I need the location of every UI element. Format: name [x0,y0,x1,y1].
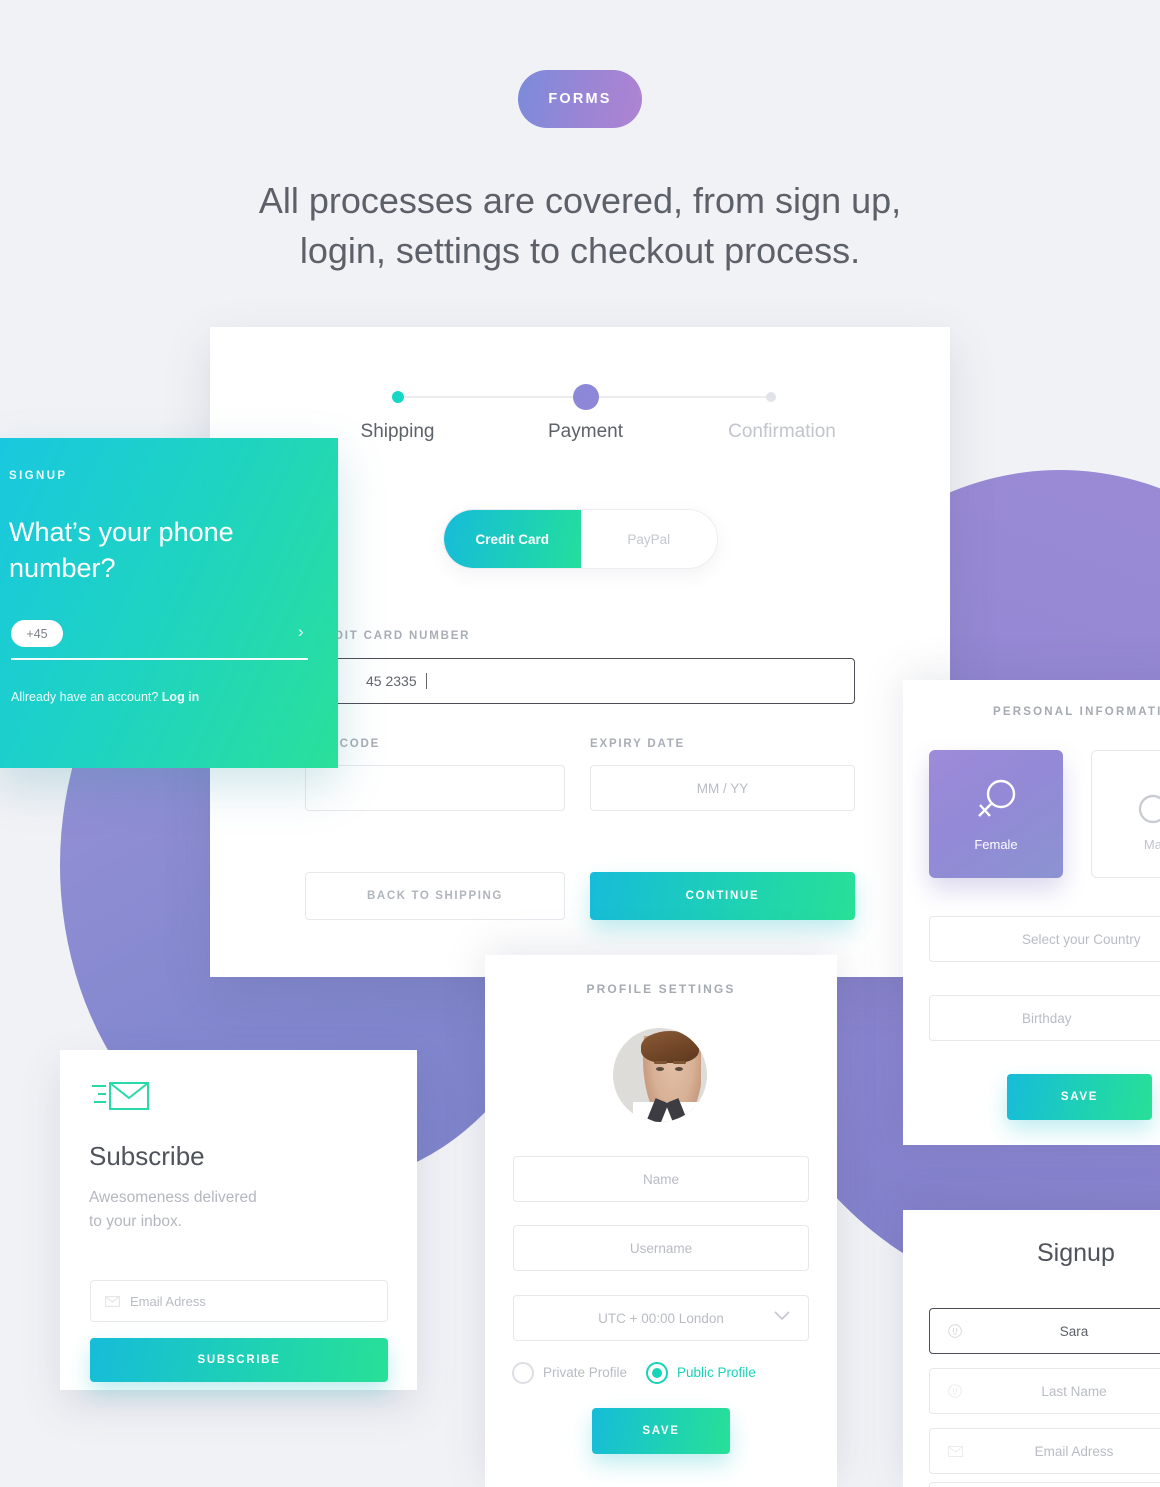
avatar-eye-right [675,1067,683,1071]
birthday-input[interactable]: Birthday [929,995,1160,1041]
back-to-shipping-button[interactable]: BACK TO SHIPPING [305,872,565,920]
radio-public-profile[interactable] [646,1362,668,1384]
text-caret [425,673,427,689]
profile-username-input[interactable]: Username [513,1225,809,1271]
payment-method-toggle: Credit Card PayPal [443,509,718,569]
signup-last-name-input[interactable]: Last Name [929,1368,1160,1414]
phone-input-underline[interactable] [11,658,308,660]
personal-save-button[interactable]: SAVE [1007,1074,1152,1120]
male-icon [1136,777,1160,827]
payment-method-paypal[interactable]: PayPal [581,510,718,568]
gender-option-male[interactable]: Male [1091,750,1160,878]
chevron-right-icon[interactable]: › [298,622,304,642]
gender-option-male-label: Male [1143,836,1160,852]
send-mail-icon [90,1075,152,1117]
radio-private-profile-label: Private Profile [543,1365,628,1380]
expiry-date-label: EXPIRY DATE [590,738,685,750]
profile-save-button[interactable]: SAVE [592,1408,730,1454]
signup-email-input[interactable]: Email Adress [929,1428,1160,1474]
avatar-brow-right [673,1061,686,1064]
subscribe-subtitle-line-2: to your inbox. [89,1213,183,1230]
phone-country-prefix[interactable]: +45 [11,620,63,647]
user-icon [948,1324,964,1338]
profile-visibility-radio-group: Private Profile Public Profile [512,1362,812,1386]
phone-signup-card: SIGNUP What’s your phone number? [0,438,338,768]
gender-option-female[interactable]: Female [929,750,1063,878]
login-link[interactable]: Log in [162,690,200,704]
continue-button[interactable]: CONTINUE [590,872,855,920]
signup-first-name-value: Sara [1059,1323,1089,1339]
phone-signup-question: What’s your phone number? [9,517,234,583]
credit-card-number-input[interactable]: 45 2335 [305,658,855,704]
headline-line-2: login, settings to checkout process. [299,230,861,271]
subscribe-email-placeholder: Email Adress [130,1293,206,1309]
mail-icon [105,1295,120,1307]
user-icon [948,1384,964,1398]
forms-badge-label: FORMS [548,91,612,107]
avatar[interactable] [613,1028,707,1122]
avatar-hair [641,1031,699,1063]
chevron-down-icon [774,1311,790,1321]
headline-line-1: All processes are covered, from sign up, [258,180,902,221]
avatar-eye-left [656,1067,664,1071]
credit-card-number-value: 45 2335 [366,673,417,689]
profile-settings-title: PROFILE SETTINGS [586,982,736,996]
signup-password-input[interactable] [929,1482,1160,1487]
forms-badge: FORMS [518,70,642,128]
profile-timezone-select[interactable]: UTC + 00:00 London [513,1295,809,1341]
female-icon [974,777,1018,827]
expiry-date-input[interactable]: MM / YY [590,765,855,811]
subscribe-button[interactable]: SUBSCRIBE [90,1338,388,1382]
page-headline: All processes are covered, from sign up,… [0,176,1160,276]
page-root: FORMS All processes are covered, from si… [0,0,1160,1487]
signup-first-name-input[interactable]: Sara [929,1308,1160,1354]
phone-signup-footer-text: Allready have an account? [11,690,162,704]
signup-title: Signup [1037,1239,1115,1267]
stepper-dot-payment[interactable] [573,384,599,410]
cvc-code-input[interactable] [305,765,565,811]
phone-signup-kicker: SIGNUP [9,470,68,482]
stepper-dot-confirmation[interactable] [766,392,776,402]
stepper-label-payment: Payment [548,421,623,442]
profile-timezone-value: UTC + 00:00 London [598,1310,724,1326]
stepper-dot-shipping[interactable] [392,391,404,403]
gender-option-female-label: Female [974,836,1018,852]
payment-method-credit-card[interactable]: Credit Card [444,510,581,568]
phone-signup-footer: Allready have an account? Log in [11,690,199,704]
signup-last-name-placeholder: Last Name [1041,1383,1107,1399]
radio-public-profile-label: Public Profile [677,1365,756,1380]
subscribe-subtitle: Awesomeness delivered to your inbox. [89,1186,329,1234]
avatar-brow-left [654,1061,667,1064]
profile-name-input[interactable]: Name [513,1156,809,1202]
stepper-label-confirmation: Confirmation [728,421,836,442]
subscribe-email-input[interactable]: Email Adress [90,1280,388,1322]
subscribe-title: Subscribe [89,1141,205,1171]
radio-private-profile[interactable] [512,1362,534,1384]
subscribe-subtitle-line-1: Awesomeness delivered [89,1189,257,1206]
country-select[interactable]: Select your Country [929,916,1160,962]
mail-icon [948,1445,964,1457]
personal-information-title: PERSONAL INFORMATION [993,706,1160,718]
signup-email-placeholder: Email Adress [1034,1443,1114,1459]
